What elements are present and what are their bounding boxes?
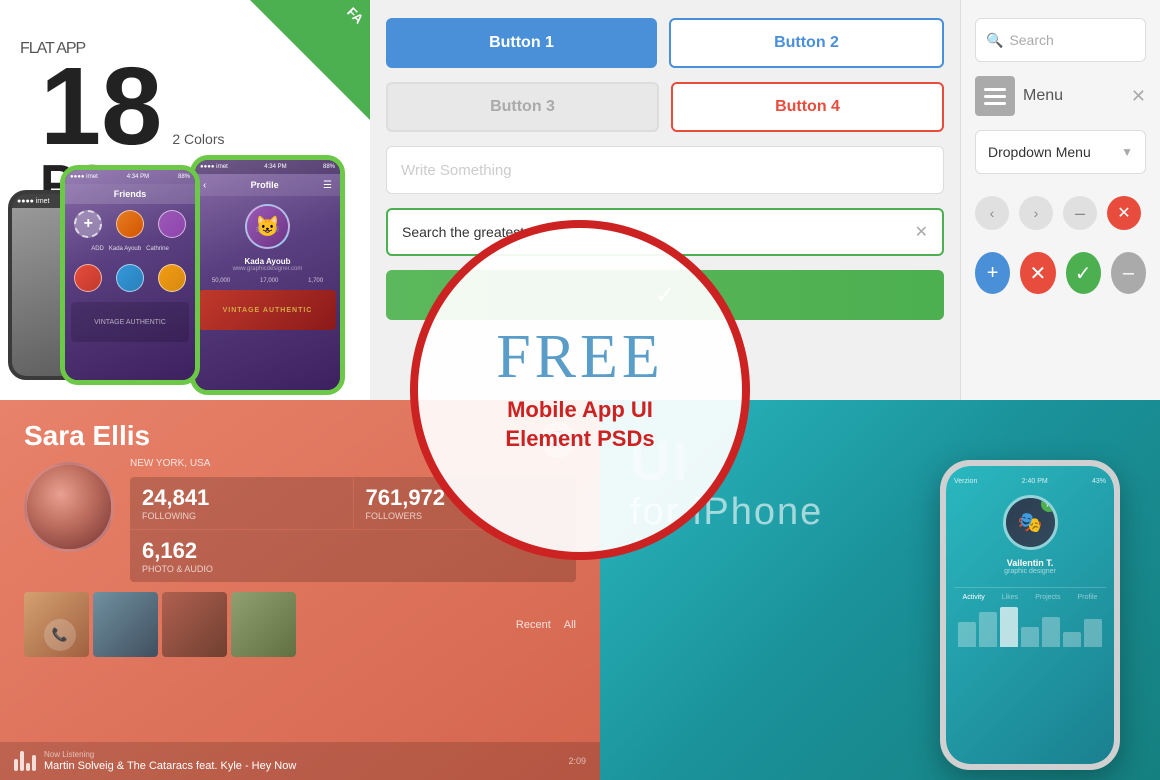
teal-phone-mockup: Verzion 2:40 PM 43% 🎭 ★ bbox=[940, 460, 1140, 780]
action-confirm-btn[interactable]: ✓ bbox=[1066, 252, 1101, 294]
teal-avatar-row: 🎭 ★ Vallentin T. graphic designer bbox=[954, 495, 1106, 575]
sara-song-info: Now Listening Martin Solveig & The Catar… bbox=[44, 750, 560, 772]
action-circles-row: + ✕ ✓ – bbox=[975, 252, 1146, 294]
all-label: All bbox=[564, 619, 576, 631]
phone-green-friends: ●●●● irnet 4:34 PM 88% Friends + ADD Kad… bbox=[60, 165, 200, 385]
button-row-2: Button 3 Button 4 bbox=[386, 82, 944, 132]
friend-avatar-3 bbox=[74, 264, 102, 292]
teal-avatar-1: 🎭 ★ bbox=[1003, 495, 1058, 550]
nav-prev-icon[interactable]: ‹ bbox=[975, 196, 1009, 230]
teal-phone-status-bar: Verzion 2:40 PM 43% bbox=[954, 478, 1106, 485]
sara-avatar bbox=[24, 462, 114, 552]
vintage-text: VINTAGE AUTHENTIC bbox=[94, 319, 166, 326]
nav-arrows-row: ‹ › – ✕ bbox=[975, 188, 1146, 238]
sara-photo-3 bbox=[162, 592, 227, 657]
dropdown-label: Dropdown Menu bbox=[988, 144, 1091, 160]
center-overlay-circle: FREE Mobile App UIElement PSDs bbox=[410, 220, 750, 560]
tab-projects[interactable]: Projects bbox=[1035, 594, 1060, 601]
chart-bar-2 bbox=[979, 612, 997, 647]
following-label: FOLLOWING bbox=[142, 511, 341, 521]
ui-elements-right: 🔍 Search Menu ✕ Dropdown Menu ▼ ‹ › – ✕ bbox=[960, 0, 1160, 400]
now-listening-label: Now Listening bbox=[44, 750, 560, 759]
phone-green-profile: ●●●● irnet 4:34 PM 88% ‹ Profile ☰ 😺 Kad… bbox=[190, 155, 345, 395]
button-3[interactable]: Button 3 bbox=[386, 82, 659, 132]
teal-phone-time: 2:40 PM bbox=[1022, 478, 1048, 485]
button-row-1: Button 1 Button 2 bbox=[386, 18, 944, 68]
nav-next-icon[interactable]: › bbox=[1019, 196, 1053, 230]
chart-bar-5 bbox=[1042, 617, 1060, 647]
nav-close-icon[interactable]: ✕ bbox=[1107, 196, 1141, 230]
following-value: 24,841 bbox=[142, 485, 341, 511]
photo-audio-label: PHOTO & AUDIO bbox=[142, 564, 564, 574]
sara-photo-4 bbox=[231, 592, 296, 657]
add-friend-btn[interactable]: + bbox=[74, 210, 102, 238]
teal-user1-role: graphic designer bbox=[1003, 568, 1058, 575]
subtitle-text: Mobile App UIElement PSDs bbox=[505, 396, 654, 453]
sara-call-icon[interactable]: 📞 bbox=[44, 619, 76, 651]
chart-bar-3 bbox=[1000, 607, 1018, 647]
friend-name-1: ADD Kada Ayoub Cathrine bbox=[91, 246, 169, 252]
input-clear-icon[interactable]: ✕ bbox=[915, 222, 928, 242]
placeholder-input[interactable]: Write Something bbox=[386, 146, 944, 194]
chart-bar-4 bbox=[1021, 627, 1039, 647]
friends-label: Friends bbox=[114, 189, 147, 199]
tab-profile[interactable]: Profile bbox=[1078, 594, 1098, 601]
button-1[interactable]: Button 1 bbox=[386, 18, 657, 68]
nav-minus-icon[interactable]: – bbox=[1063, 196, 1097, 230]
teal-tabs: Activity Likes Projects Profile bbox=[954, 587, 1106, 601]
action-minus-btn[interactable]: – bbox=[1111, 252, 1146, 294]
music-bars-icon bbox=[14, 751, 36, 771]
tab-activity[interactable]: Activity bbox=[963, 594, 985, 601]
sara-music-bar: Now Listening Martin Solveig & The Catar… bbox=[0, 742, 600, 780]
photo-audio-value: 6,162 bbox=[142, 538, 564, 564]
chart-bar-1 bbox=[958, 622, 976, 647]
teal-user1-name: Vallentin T. bbox=[1003, 558, 1058, 568]
teal-chart bbox=[958, 607, 1102, 647]
search-icon: 🔍 bbox=[986, 32, 1003, 49]
placeholder-text: Write Something bbox=[401, 162, 512, 179]
recent-label: Recent bbox=[516, 619, 551, 631]
search-placeholder: Search bbox=[1009, 32, 1053, 48]
teal-phone-body: Verzion 2:40 PM 43% 🎭 ★ bbox=[940, 460, 1120, 770]
button-2[interactable]: Button 2 bbox=[669, 18, 944, 68]
hamburger-icon[interactable] bbox=[975, 76, 1015, 116]
friend-avatar-1 bbox=[116, 210, 144, 238]
sara-stat-following: 24,841 FOLLOWING bbox=[130, 477, 353, 529]
action-delete-btn[interactable]: ✕ bbox=[1020, 252, 1055, 294]
teal-star-icon: ★ bbox=[1041, 496, 1057, 512]
friend-avatar-2 bbox=[158, 210, 186, 238]
profile-label: Profile bbox=[251, 180, 279, 190]
dropdown-arrow-icon: ▼ bbox=[1121, 145, 1133, 159]
menu-row: Menu ✕ bbox=[975, 76, 1146, 116]
top-left-promo: FA FLAT APP 18 2 Colors PSD ●●●● irnet4:… bbox=[0, 0, 370, 400]
free-text: FREE bbox=[496, 326, 664, 388]
menu-label: Menu bbox=[1023, 87, 1123, 105]
dropdown-menu[interactable]: Dropdown Menu ▼ bbox=[975, 130, 1146, 174]
chart-bar-6 bbox=[1063, 632, 1081, 647]
teal-phone-screen: Verzion 2:40 PM 43% 🎭 ★ bbox=[946, 466, 1114, 764]
action-add-btn[interactable]: + bbox=[975, 252, 1010, 294]
search-input-right[interactable]: 🔍 Search bbox=[975, 18, 1146, 62]
friend-avatar-5 bbox=[158, 264, 186, 292]
phones-container: ●●●● irnet4:34 PM88% ●●●● irnet 4:34 PM … bbox=[0, 140, 370, 400]
button-4[interactable]: Button 4 bbox=[671, 82, 944, 132]
chart-bar-7 bbox=[1084, 619, 1102, 647]
sara-photo-2 bbox=[93, 592, 158, 657]
friend-avatar-4 bbox=[116, 264, 144, 292]
song-title: Martin Solveig & The Cataracs feat. Kyle… bbox=[44, 760, 560, 772]
menu-close-icon[interactable]: ✕ bbox=[1131, 86, 1146, 107]
tab-likes[interactable]: Likes bbox=[1002, 594, 1018, 601]
song-time: 2:09 bbox=[568, 756, 586, 766]
